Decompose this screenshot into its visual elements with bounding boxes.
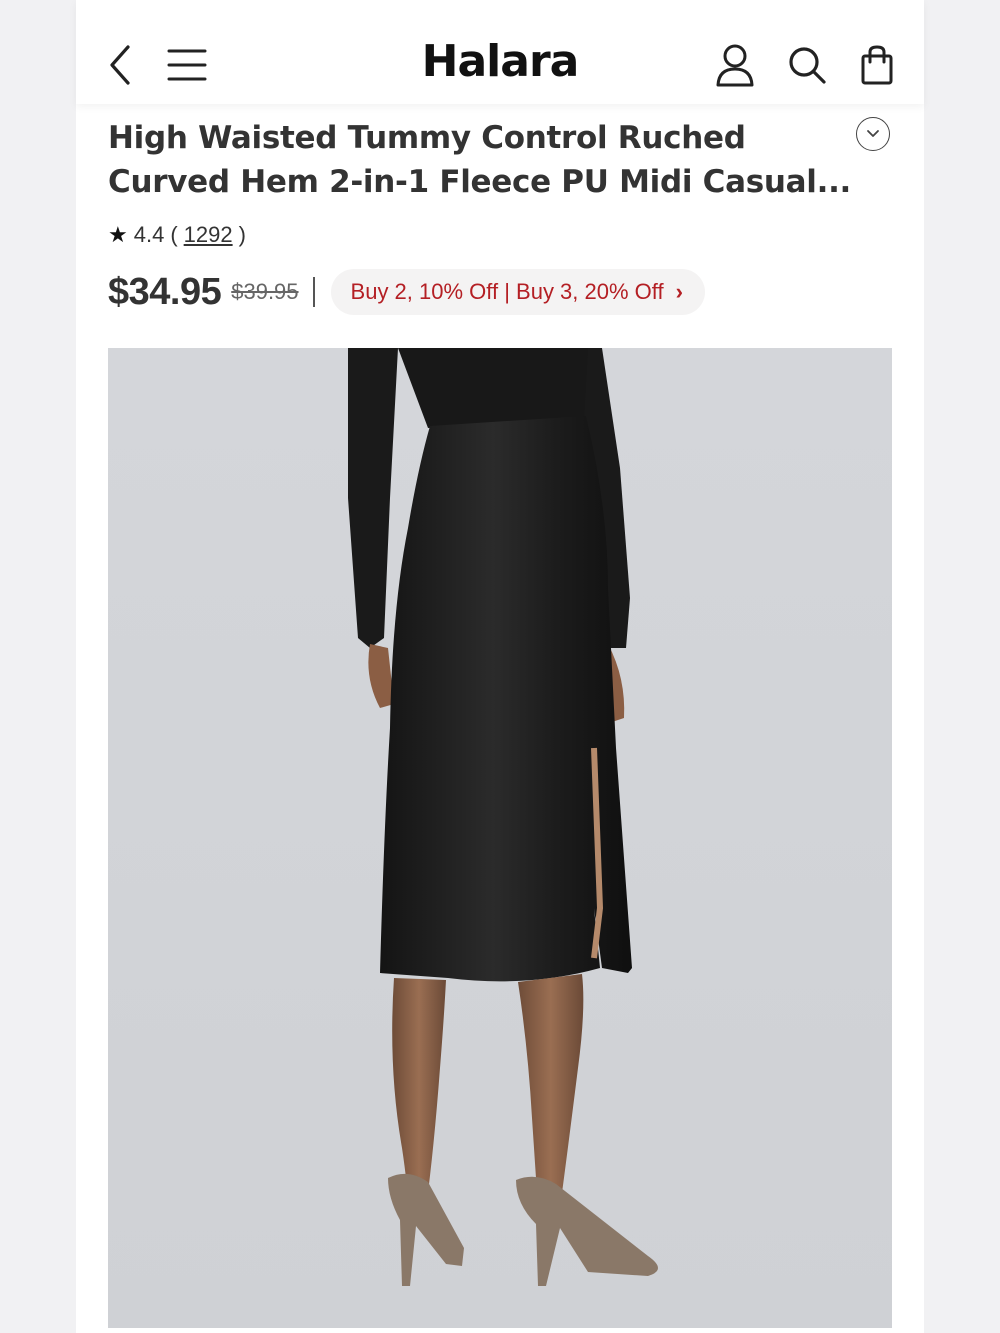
expand-title-button[interactable] bbox=[856, 117, 890, 151]
brand-logo[interactable]: Halara bbox=[376, 36, 624, 87]
review-count-link[interactable]: 1292 bbox=[184, 222, 233, 248]
chevron-down-icon bbox=[867, 130, 879, 137]
search-icon bbox=[789, 47, 826, 84]
original-price: $39.95 bbox=[231, 279, 299, 304]
menu-icon bbox=[167, 49, 207, 81]
paren-open: ( bbox=[170, 222, 178, 247]
shopping-bag-button[interactable] bbox=[852, 40, 902, 90]
bag-icon bbox=[861, 45, 893, 85]
price-row: $34.95 $39.95 Buy 2, 10% Off | Buy 3, 20… bbox=[108, 268, 705, 316]
search-button[interactable] bbox=[782, 40, 832, 90]
rating-value: 4.4 bbox=[133, 222, 165, 247]
star-icon: ★ bbox=[108, 222, 128, 247]
bundle-promo-button[interactable]: Buy 2, 10% Off | Buy 3, 20% Off › bbox=[330, 269, 705, 315]
price-divider bbox=[312, 277, 315, 307]
product-title: High Waisted Tummy Control Ruched Curved… bbox=[108, 116, 852, 204]
product-title-line-2: Curved Hem 2-in-1 Fleece PU Midi Casual.… bbox=[108, 164, 852, 200]
product-rating: ★ 4.4 ( 1292 ) bbox=[108, 220, 246, 250]
product-photo-illustration bbox=[108, 348, 892, 1328]
current-price: $34.95 bbox=[108, 270, 222, 313]
back-button[interactable] bbox=[96, 40, 146, 90]
menu-button[interactable] bbox=[162, 40, 212, 90]
chevron-right-icon: › bbox=[675, 279, 683, 304]
paren-close: ) bbox=[238, 222, 246, 247]
back-icon bbox=[110, 45, 130, 85]
product-image[interactable] bbox=[108, 348, 892, 1328]
account-icon bbox=[716, 44, 754, 87]
top-nav-bar: Halara bbox=[76, 0, 924, 104]
product-title-line-1: High Waisted Tummy Control Ruched bbox=[108, 120, 746, 156]
promo-label: Buy 2, 10% Off | Buy 3, 20% Off bbox=[350, 279, 664, 304]
account-button[interactable] bbox=[710, 40, 760, 90]
product-page: Halara High Waisted Tummy Control Ruched… bbox=[76, 0, 924, 1333]
